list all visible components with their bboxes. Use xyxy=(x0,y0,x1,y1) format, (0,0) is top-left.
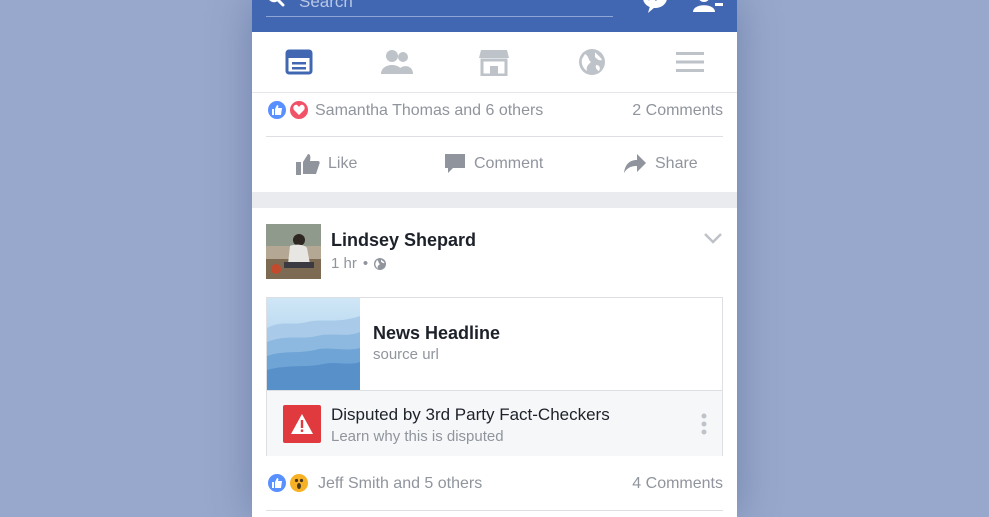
love-reaction-icon xyxy=(288,99,310,121)
comment-icon xyxy=(445,154,465,173)
avatar[interactable] xyxy=(266,224,321,279)
search-placeholder: Search xyxy=(299,0,353,11)
like-button[interactable]: Like xyxy=(296,151,357,177)
comment-label: Comment xyxy=(474,155,544,172)
wow-reaction-icon xyxy=(288,472,310,494)
marketplace-icon xyxy=(479,50,509,76)
search-icon xyxy=(269,0,285,7)
post-meta: 1 hr • xyxy=(331,255,387,273)
link-thumbnail xyxy=(267,298,360,390)
public-globe-icon xyxy=(374,258,387,270)
author-name[interactable]: Lindsey Shepard xyxy=(331,230,476,250)
more-options-icon[interactable] xyxy=(700,412,708,436)
news-feed-icon xyxy=(285,49,313,75)
share-button[interactable]: Share xyxy=(623,151,698,177)
comments-count[interactable]: 2 Comments xyxy=(632,101,723,121)
globe-icon xyxy=(579,49,605,75)
hamburger-menu-icon xyxy=(676,52,704,72)
reactors-text: Samantha Thomas and 6 others xyxy=(315,102,544,119)
post-actions: Like Comment Share xyxy=(252,137,737,192)
post-time[interactable]: 1 hr xyxy=(331,255,357,273)
like-reaction-icon xyxy=(266,99,288,121)
share-icon xyxy=(624,154,646,173)
post-header: Lindsey Shepard 1 hr • xyxy=(266,224,723,280)
friend-requests-icon[interactable] xyxy=(693,0,723,14)
tab-bar xyxy=(252,32,737,93)
share-label: Share xyxy=(655,155,698,172)
chevron-down-icon[interactable] xyxy=(703,230,723,246)
tab-menu[interactable] xyxy=(670,45,710,79)
meta-separator: • xyxy=(362,255,369,272)
divider xyxy=(266,510,723,511)
warning-icon xyxy=(283,405,321,443)
messenger-icon[interactable] xyxy=(642,0,668,14)
reactions-summary[interactable]: Samantha Thomas and 6 others 2 Comments xyxy=(266,93,723,129)
dispute-learn-more[interactable]: Learn why this is disputed xyxy=(331,428,504,446)
comment-button[interactable]: Comment xyxy=(444,151,543,177)
dispute-banner[interactable]: Disputed by 3rd Party Fact-Checkers Lear… xyxy=(267,390,722,456)
link-headline: News Headline xyxy=(373,323,501,343)
reactions-summary[interactable]: Jeff Smith and 5 others 4 Comments xyxy=(266,466,723,502)
dispute-title: Disputed by 3rd Party Fact-Checkers xyxy=(331,405,610,424)
like-label: Like xyxy=(328,155,358,172)
link-preview-card[interactable]: News Headline source url Disputed by 3rd… xyxy=(266,297,723,456)
feed-separator xyxy=(252,192,737,208)
like-reaction-icon xyxy=(266,472,288,494)
tab-friends[interactable] xyxy=(377,45,417,79)
tab-news-feed[interactable] xyxy=(279,45,319,79)
search-input[interactable]: Search xyxy=(266,0,613,17)
reactors-text: Jeff Smith and 5 others xyxy=(318,475,483,492)
comments-count[interactable]: 4 Comments xyxy=(632,474,723,494)
phone-screen: Search Samantha Thomas and 6 others 2 Co… xyxy=(252,0,737,517)
friends-icon xyxy=(381,50,413,74)
link-source: source url xyxy=(373,346,439,363)
top-bar: Search xyxy=(252,0,737,32)
tab-marketplace[interactable] xyxy=(474,45,514,79)
tab-notifications[interactable] xyxy=(572,45,612,79)
thumbs-up-icon xyxy=(296,154,320,175)
